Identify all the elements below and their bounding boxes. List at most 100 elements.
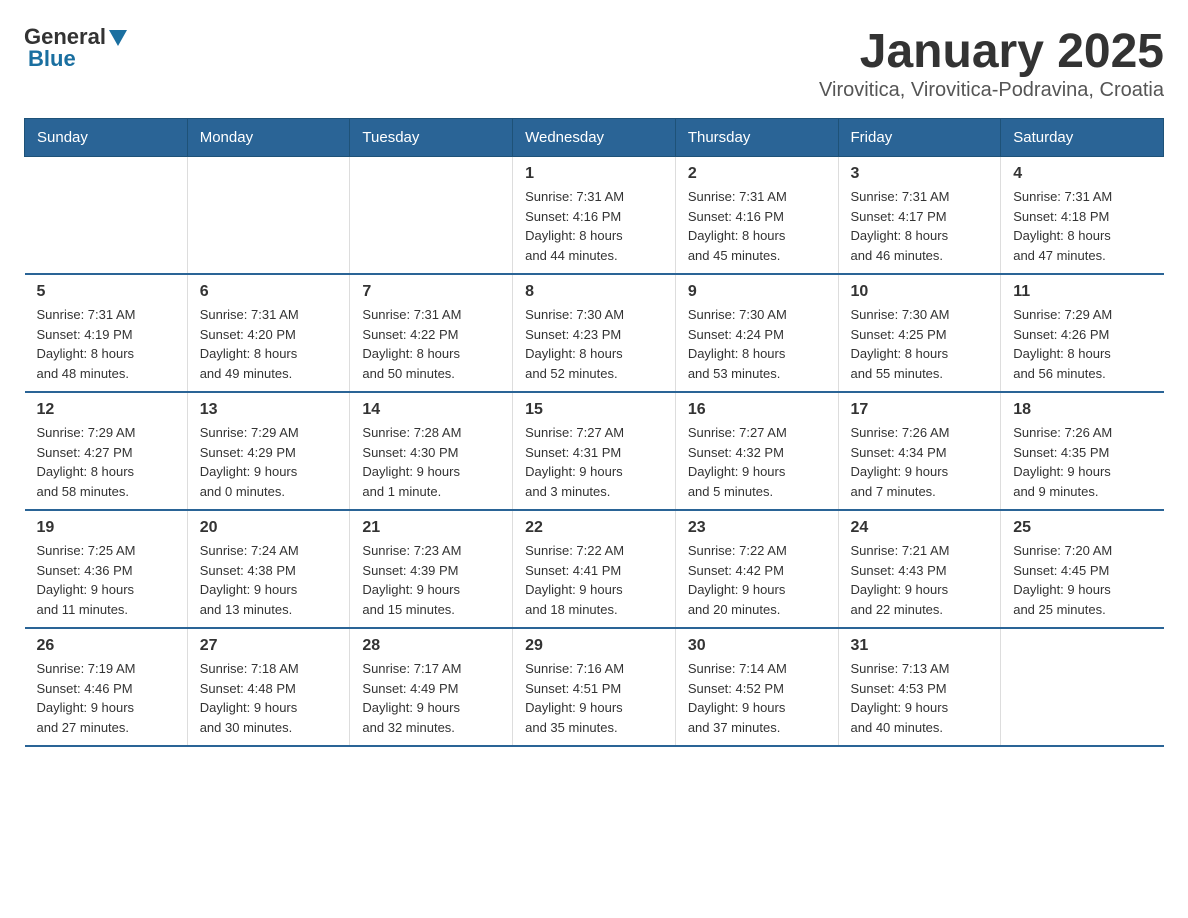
day-of-week-header: Saturday xyxy=(1001,119,1164,157)
day-number: 29 xyxy=(525,637,663,655)
logo: General Blue xyxy=(24,24,127,72)
day-number: 24 xyxy=(851,519,989,537)
calendar-subtitle: Virovitica, Virovitica-Podravina, Croati… xyxy=(819,79,1164,102)
calendar-day-cell: 21 Sunrise: 7:23 AM Sunset: 4:39 PM Dayli… xyxy=(350,510,513,628)
day-info: Sunrise: 7:25 AM Sunset: 4:36 PM Dayligh… xyxy=(37,541,175,619)
calendar-title: January 2025 xyxy=(819,24,1164,79)
day-number: 27 xyxy=(200,637,338,655)
day-number: 4 xyxy=(1013,165,1151,183)
day-info: Sunrise: 7:14 AM Sunset: 4:52 PM Dayligh… xyxy=(688,659,826,737)
calendar-day-cell xyxy=(25,157,188,275)
day-number: 21 xyxy=(362,519,500,537)
calendar-day-cell: 29 Sunrise: 7:16 AM Sunset: 4:51 PM Dayli… xyxy=(513,628,676,746)
calendar-day-cell: 24 Sunrise: 7:21 AM Sunset: 4:43 PM Dayli… xyxy=(838,510,1001,628)
day-info: Sunrise: 7:31 AM Sunset: 4:18 PM Dayligh… xyxy=(1013,187,1151,265)
calendar-day-cell: 20Sunrise: 7:24 AM Sunset: 4:38 PM Dayli… xyxy=(187,510,350,628)
calendar-day-cell: 8 Sunrise: 7:30 AM Sunset: 4:23 PM Daylig… xyxy=(513,274,676,392)
calendar-table: SundayMondayTuesdayWednesdayThursdayFrid… xyxy=(24,118,1164,747)
day-info: Sunrise: 7:13 AM Sunset: 4:53 PM Dayligh… xyxy=(851,659,989,737)
calendar-day-cell: 17Sunrise: 7:26 AM Sunset: 4:34 PM Dayli… xyxy=(838,392,1001,510)
day-info: Sunrise: 7:31 AM Sunset: 4:16 PM Dayligh… xyxy=(688,187,826,265)
calendar-day-cell: 19 Sunrise: 7:25 AM Sunset: 4:36 PM Dayli… xyxy=(25,510,188,628)
page-header: General Blue January 2025 Virovitica, Vi… xyxy=(24,24,1164,102)
calendar-day-cell: 10 Sunrise: 7:30 AM Sunset: 4:25 PM Dayli… xyxy=(838,274,1001,392)
calendar-day-cell: 13Sunrise: 7:29 AM Sunset: 4:29 PM Dayli… xyxy=(187,392,350,510)
day-number: 11 xyxy=(1013,283,1151,301)
calendar-day-cell: 2 Sunrise: 7:31 AM Sunset: 4:16 PM Daylig… xyxy=(675,157,838,275)
day-info: Sunrise: 7:27 AM Sunset: 4:32 PM Dayligh… xyxy=(688,423,826,501)
day-number: 8 xyxy=(525,283,663,301)
day-info: Sunrise: 7:31 AM Sunset: 4:16 PM Dayligh… xyxy=(525,187,663,265)
day-info: Sunrise: 7:30 AM Sunset: 4:23 PM Dayligh… xyxy=(525,305,663,383)
day-info: Sunrise: 7:31 AM Sunset: 4:22 PM Dayligh… xyxy=(362,305,500,383)
calendar-day-cell: 30Sunrise: 7:14 AM Sunset: 4:52 PM Dayli… xyxy=(675,628,838,746)
day-info: Sunrise: 7:16 AM Sunset: 4:51 PM Dayligh… xyxy=(525,659,663,737)
day-number: 20 xyxy=(200,519,338,537)
day-info: Sunrise: 7:21 AM Sunset: 4:43 PM Dayligh… xyxy=(851,541,989,619)
calendar-day-cell xyxy=(350,157,513,275)
day-info: Sunrise: 7:23 AM Sunset: 4:39 PM Dayligh… xyxy=(362,541,500,619)
calendar-body: 1 Sunrise: 7:31 AM Sunset: 4:16 PM Daylig… xyxy=(25,157,1164,747)
day-number: 16 xyxy=(688,401,826,419)
logo-triangle-icon xyxy=(109,30,127,46)
day-of-week-header: Friday xyxy=(838,119,1001,157)
days-of-week-row: SundayMondayTuesdayWednesdayThursdayFrid… xyxy=(25,119,1164,157)
day-info: Sunrise: 7:31 AM Sunset: 4:20 PM Dayligh… xyxy=(200,305,338,383)
calendar-day-cell: 25Sunrise: 7:20 AM Sunset: 4:45 PM Dayli… xyxy=(1001,510,1164,628)
day-info: Sunrise: 7:30 AM Sunset: 4:25 PM Dayligh… xyxy=(851,305,989,383)
day-info: Sunrise: 7:18 AM Sunset: 4:48 PM Dayligh… xyxy=(200,659,338,737)
day-info: Sunrise: 7:17 AM Sunset: 4:49 PM Dayligh… xyxy=(362,659,500,737)
calendar-day-cell: 7 Sunrise: 7:31 AM Sunset: 4:22 PM Daylig… xyxy=(350,274,513,392)
day-number: 6 xyxy=(200,283,338,301)
day-of-week-header: Thursday xyxy=(675,119,838,157)
day-info: Sunrise: 7:29 AM Sunset: 4:29 PM Dayligh… xyxy=(200,423,338,501)
day-number: 18 xyxy=(1013,401,1151,419)
day-of-week-header: Tuesday xyxy=(350,119,513,157)
calendar-day-cell: 23 Sunrise: 7:22 AM Sunset: 4:42 PM Dayli… xyxy=(675,510,838,628)
day-info: Sunrise: 7:31 AM Sunset: 4:19 PM Dayligh… xyxy=(37,305,175,383)
calendar-day-cell xyxy=(187,157,350,275)
calendar-day-cell: 28Sunrise: 7:17 AM Sunset: 4:49 PM Dayli… xyxy=(350,628,513,746)
day-number: 14 xyxy=(362,401,500,419)
day-number: 22 xyxy=(525,519,663,537)
day-of-week-header: Wednesday xyxy=(513,119,676,157)
day-number: 12 xyxy=(37,401,175,419)
calendar-header: SundayMondayTuesdayWednesdayThursdayFrid… xyxy=(25,119,1164,157)
calendar-week-row: 5 Sunrise: 7:31 AM Sunset: 4:19 PM Daylig… xyxy=(25,274,1164,392)
day-number: 10 xyxy=(851,283,989,301)
day-number: 5 xyxy=(37,283,175,301)
calendar-day-cell: 15Sunrise: 7:27 AM Sunset: 4:31 PM Dayli… xyxy=(513,392,676,510)
day-number: 25 xyxy=(1013,519,1151,537)
day-info: Sunrise: 7:22 AM Sunset: 4:41 PM Dayligh… xyxy=(525,541,663,619)
calendar-day-cell: 16 Sunrise: 7:27 AM Sunset: 4:32 PM Dayli… xyxy=(675,392,838,510)
calendar-day-cell: 22 Sunrise: 7:22 AM Sunset: 4:41 PM Dayli… xyxy=(513,510,676,628)
day-info: Sunrise: 7:22 AM Sunset: 4:42 PM Dayligh… xyxy=(688,541,826,619)
calendar-day-cell: 6 Sunrise: 7:31 AM Sunset: 4:20 PM Daylig… xyxy=(187,274,350,392)
day-number: 23 xyxy=(688,519,826,537)
day-number: 7 xyxy=(362,283,500,301)
day-info: Sunrise: 7:27 AM Sunset: 4:31 PM Dayligh… xyxy=(525,423,663,501)
calendar-day-cell: 18Sunrise: 7:26 AM Sunset: 4:35 PM Dayli… xyxy=(1001,392,1164,510)
day-number: 1 xyxy=(525,165,663,183)
calendar-day-cell: 1 Sunrise: 7:31 AM Sunset: 4:16 PM Daylig… xyxy=(513,157,676,275)
day-number: 2 xyxy=(688,165,826,183)
calendar-week-row: 19 Sunrise: 7:25 AM Sunset: 4:36 PM Dayli… xyxy=(25,510,1164,628)
day-info: Sunrise: 7:31 AM Sunset: 4:17 PM Dayligh… xyxy=(851,187,989,265)
logo-blue-text: Blue xyxy=(28,46,76,72)
calendar-day-cell: 11Sunrise: 7:29 AM Sunset: 4:26 PM Dayli… xyxy=(1001,274,1164,392)
calendar-day-cell: 27 Sunrise: 7:18 AM Sunset: 4:48 PM Dayli… xyxy=(187,628,350,746)
day-info: Sunrise: 7:28 AM Sunset: 4:30 PM Dayligh… xyxy=(362,423,500,501)
calendar-day-cell: 26Sunrise: 7:19 AM Sunset: 4:46 PM Dayli… xyxy=(25,628,188,746)
day-number: 31 xyxy=(851,637,989,655)
calendar-day-cell xyxy=(1001,628,1164,746)
calendar-day-cell: 4 Sunrise: 7:31 AM Sunset: 4:18 PM Daylig… xyxy=(1001,157,1164,275)
day-info: Sunrise: 7:30 AM Sunset: 4:24 PM Dayligh… xyxy=(688,305,826,383)
calendar-day-cell: 5 Sunrise: 7:31 AM Sunset: 4:19 PM Daylig… xyxy=(25,274,188,392)
day-of-week-header: Monday xyxy=(187,119,350,157)
day-info: Sunrise: 7:29 AM Sunset: 4:27 PM Dayligh… xyxy=(37,423,175,501)
calendar-week-row: 26Sunrise: 7:19 AM Sunset: 4:46 PM Dayli… xyxy=(25,628,1164,746)
calendar-week-row: 12 Sunrise: 7:29 AM Sunset: 4:27 PM Dayli… xyxy=(25,392,1164,510)
calendar-day-cell: 31 Sunrise: 7:13 AM Sunset: 4:53 PM Dayli… xyxy=(838,628,1001,746)
day-number: 19 xyxy=(37,519,175,537)
title-section: January 2025 Virovitica, Virovitica-Podr… xyxy=(819,24,1164,102)
